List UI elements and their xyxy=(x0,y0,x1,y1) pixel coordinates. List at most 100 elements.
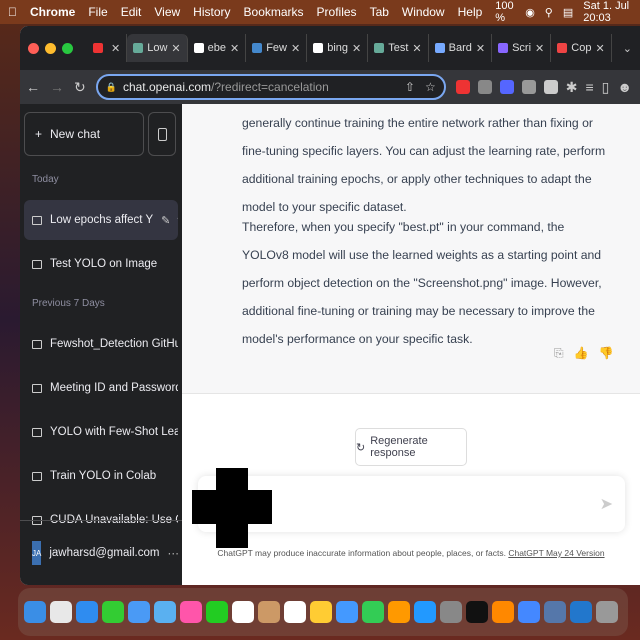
new-chat-label: New chat xyxy=(50,127,101,141)
dock-app-icon[interactable] xyxy=(232,601,254,623)
search-icon[interactable]: ⚲ xyxy=(545,6,553,19)
dock-app-icon[interactable] xyxy=(388,601,410,623)
tab[interactable]: Test ✕ xyxy=(368,34,429,62)
apple-icon[interactable]:  xyxy=(8,5,17,19)
section-today: Today xyxy=(32,174,59,185)
tab-search-chevron-icon[interactable]: ⌄ xyxy=(623,42,632,55)
tab[interactable]: Scri ✕ xyxy=(492,34,552,62)
dock-app-icon[interactable] xyxy=(76,601,98,623)
dock-app-icon[interactable] xyxy=(154,601,176,623)
dock-app-icon[interactable] xyxy=(180,601,202,623)
new-chat-button[interactable]: + New chat xyxy=(24,112,144,156)
profile-avatar-icon[interactable]: ☻ xyxy=(617,79,632,95)
tab[interactable]: bing ✕ xyxy=(307,34,369,62)
puzzle-icon[interactable]: ✱ xyxy=(566,79,578,96)
chat-bubble-icon xyxy=(32,383,42,393)
dock-app-icon[interactable] xyxy=(284,601,306,623)
extension-icon[interactable] xyxy=(543,80,558,94)
extension-icon[interactable] xyxy=(477,80,492,94)
menu-view[interactable]: View xyxy=(154,5,180,19)
dock-app-icon[interactable] xyxy=(596,601,618,623)
dock-app-icon[interactable] xyxy=(544,601,566,623)
share-icon[interactable]: ⇧ xyxy=(405,80,415,94)
maximize-button[interactable] xyxy=(62,42,73,54)
thumbs-up-icon[interactable]: 👍 xyxy=(574,346,589,361)
user-email: jawharsd@gmail.com xyxy=(49,547,160,559)
menu-edit[interactable]: Edit xyxy=(121,5,142,19)
menu-window[interactable]: Window xyxy=(402,5,445,19)
user-menu[interactable]: JA jawharsd@gmail.com ⋯ xyxy=(20,520,182,585)
dock-app-icon[interactable] xyxy=(24,601,46,623)
close-tab-icon[interactable]: ✕ xyxy=(291,42,300,55)
dock-app-icon[interactable] xyxy=(466,601,488,623)
tab[interactable]: Few ✕ xyxy=(246,34,308,62)
battery-status[interactable]: 100 % xyxy=(495,0,515,24)
close-tab-icon[interactable]: ✕ xyxy=(230,42,239,55)
edit-icon[interactable]: ✎ xyxy=(161,214,170,227)
tab[interactable]: Cop ✕ xyxy=(551,34,612,62)
dock-app-icon[interactable] xyxy=(570,601,592,623)
dock-app-icon[interactable] xyxy=(310,601,332,623)
reload-icon[interactable]: ↻ xyxy=(74,79,86,96)
wifi-icon[interactable]: ◉ xyxy=(525,6,535,19)
extension-icon[interactable] xyxy=(499,80,514,94)
extension-icon[interactable] xyxy=(455,80,470,94)
chat-history-item[interactable]: Fewshot_Detection GitHub Im xyxy=(24,324,178,364)
close-window-button[interactable] xyxy=(28,42,39,54)
regenerate-response-button[interactable]: ↻ Regenerate response xyxy=(355,428,467,466)
lock-icon[interactable]: 🔒 xyxy=(106,82,117,93)
menu-profiles[interactable]: Profiles xyxy=(317,5,357,19)
split-view-icon[interactable]: ▯ xyxy=(602,79,610,96)
star-icon[interactable]: ☆ xyxy=(425,80,436,94)
dock-app-icon[interactable] xyxy=(50,601,72,623)
url-bar[interactable]: 🔒 chat.openai.com/?redirect=cancelation … xyxy=(95,74,446,100)
close-tab-icon[interactable]: ✕ xyxy=(171,42,180,55)
dock-app-icon[interactable] xyxy=(518,601,540,623)
menu-app[interactable]: Chrome xyxy=(30,5,75,19)
close-tab-icon[interactable]: ✕ xyxy=(476,42,485,55)
minimize-button[interactable] xyxy=(45,42,56,54)
dock-app-icon[interactable] xyxy=(440,601,462,623)
chat-history-item[interactable]: Train YOLO in Colab xyxy=(24,456,178,496)
menu-help[interactable]: Help xyxy=(458,5,483,19)
menu-tab[interactable]: Tab xyxy=(370,5,389,19)
dock-app-icon[interactable] xyxy=(206,601,228,623)
send-icon[interactable]: ➤ xyxy=(600,494,613,514)
tab[interactable]: Low ✕ xyxy=(127,34,188,62)
message-input[interactable]: ➤ xyxy=(192,468,625,548)
chat-history-item[interactable]: YOLO with Few-Shot Learning xyxy=(24,412,178,452)
close-tab-icon[interactable]: ✕ xyxy=(352,42,361,55)
chat-history-item[interactable]: Low epochs affect Y✎⇧🗑 xyxy=(24,200,178,240)
extension-icon[interactable] xyxy=(521,80,536,94)
more-icon[interactable]: ⋯ xyxy=(167,546,179,560)
chat-history-item[interactable]: Meeting ID and Password xyxy=(24,368,178,408)
reading-list-icon[interactable]: ≡ xyxy=(585,79,593,95)
dock-app-icon[interactable] xyxy=(258,601,280,623)
dock-app-icon[interactable] xyxy=(414,601,436,623)
close-tab-icon[interactable]: ✕ xyxy=(111,42,120,55)
dock-app-icon[interactable] xyxy=(102,601,124,623)
copy-icon[interactable]: ⎘ xyxy=(554,346,564,361)
dock-app-icon[interactable] xyxy=(336,601,358,623)
tab[interactable]: ✕ xyxy=(87,34,128,62)
menu-history[interactable]: History xyxy=(193,5,230,19)
menu-file[interactable]: File xyxy=(88,5,107,19)
close-tab-icon[interactable]: ✕ xyxy=(595,42,604,55)
chat-history-item[interactable]: Test YOLO on Image xyxy=(24,244,178,284)
control-center-icon[interactable]: ▤ xyxy=(563,6,573,19)
tab[interactable]: ebe ✕ xyxy=(188,34,247,62)
share-icon[interactable]: ⇧ xyxy=(175,214,178,227)
forward-icon[interactable]: → xyxy=(50,79,64,95)
dock-app-icon[interactable] xyxy=(492,601,514,623)
toggle-sidebar-button[interactable] xyxy=(148,112,176,156)
dock-app-icon[interactable] xyxy=(128,601,150,623)
datetime[interactable]: Sat 1. Jul 20:03 xyxy=(583,0,632,24)
close-tab-icon[interactable]: ✕ xyxy=(535,42,544,55)
dock-app-icon[interactable] xyxy=(362,601,384,623)
thumbs-down-icon[interactable]: 👎 xyxy=(599,346,614,361)
menu-bookmarks[interactable]: Bookmarks xyxy=(244,5,304,19)
back-icon[interactable]: ← xyxy=(26,79,40,95)
tab[interactable]: Bard ✕ xyxy=(429,34,493,62)
version-link[interactable]: ChatGPT May 24 Version xyxy=(508,548,604,558)
close-tab-icon[interactable]: ✕ xyxy=(412,42,421,55)
